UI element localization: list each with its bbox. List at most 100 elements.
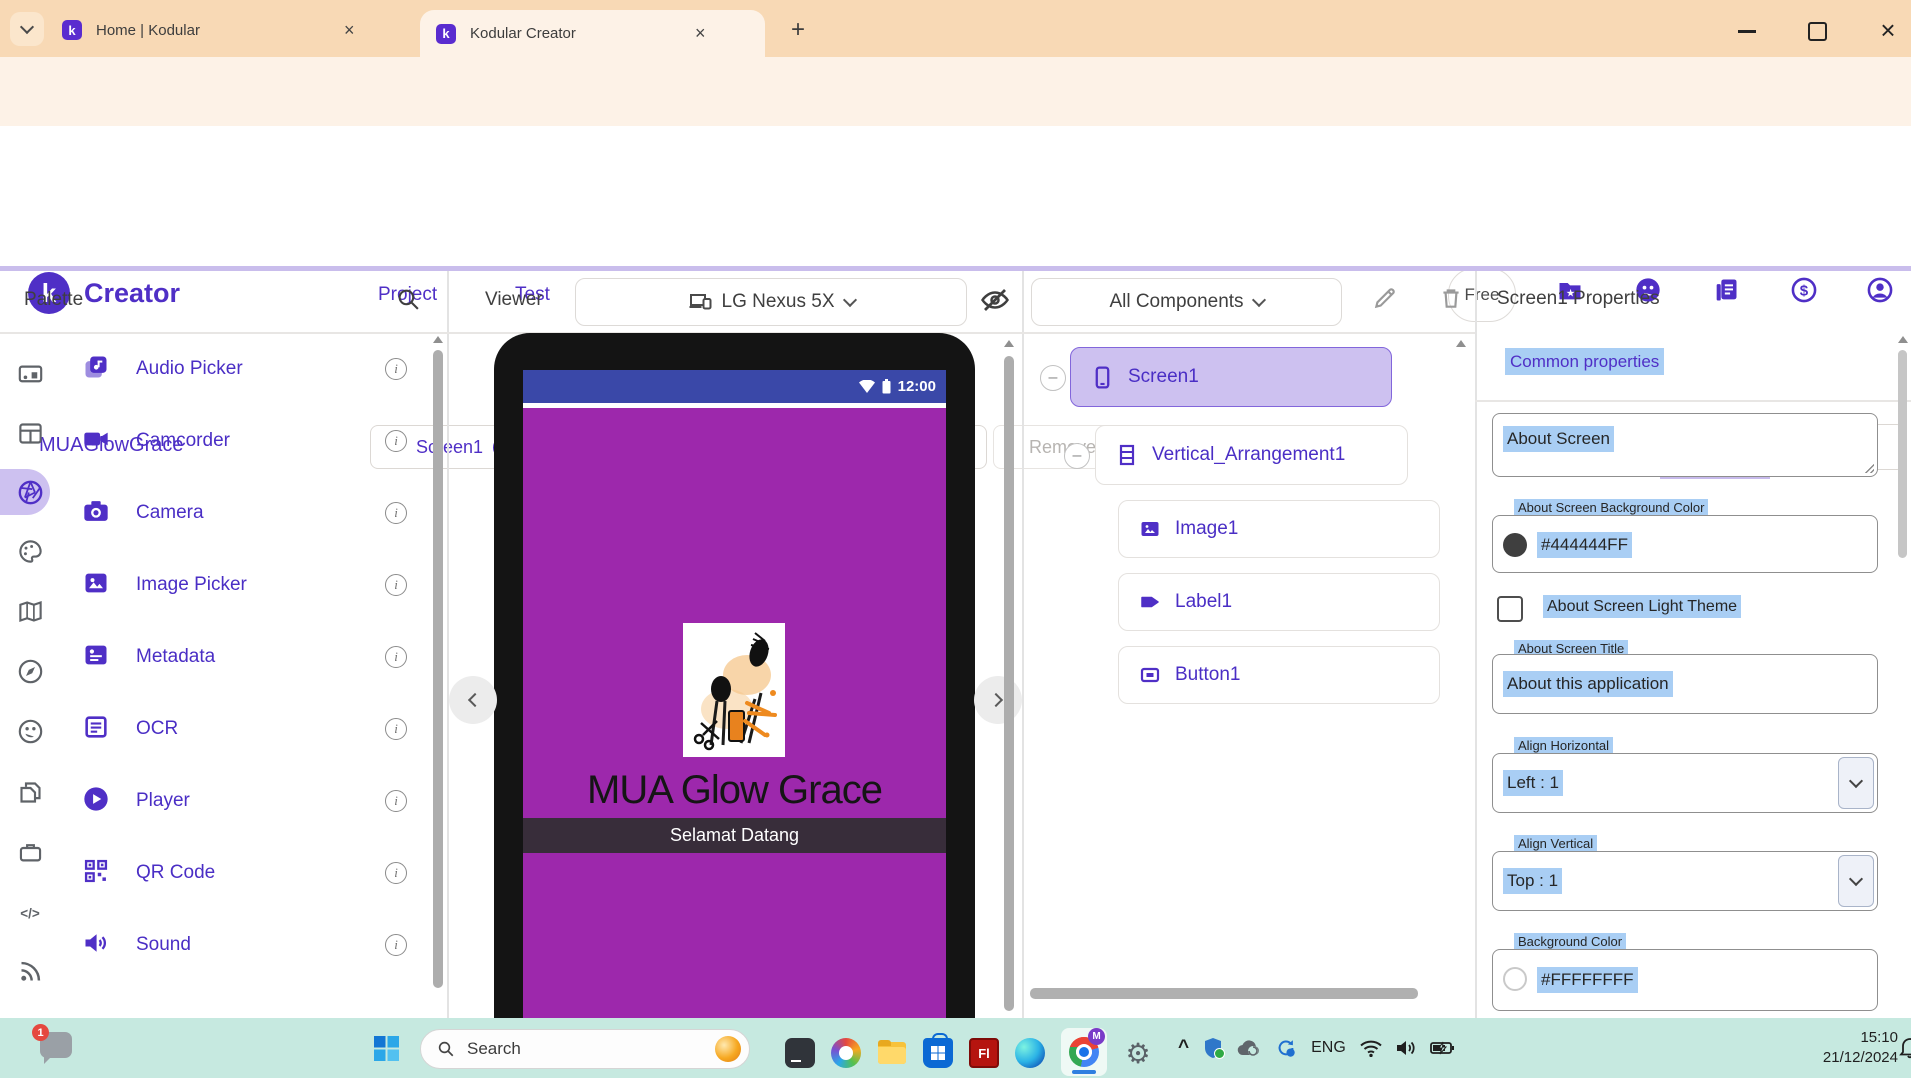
info-icon[interactable]: i — [385, 718, 407, 740]
app-title-label[interactable]: MUA Glow Grace — [523, 768, 946, 813]
maximize-button[interactable] — [1808, 22, 1827, 41]
color-swatch[interactable] — [1503, 533, 1527, 557]
tab-home[interactable]: k Home | Kodular × — [62, 10, 402, 50]
category-layout-icon[interactable] — [17, 420, 44, 452]
rename-component-icon[interactable] — [1372, 285, 1398, 316]
terminal-app-icon[interactable] — [785, 1038, 815, 1068]
color-swatch[interactable] — [1503, 967, 1527, 991]
palette-search-icon[interactable] — [396, 287, 421, 317]
tray-battery-icon[interactable] — [1430, 1041, 1454, 1055]
tree-item-image1[interactable]: Image1 — [1118, 500, 1440, 558]
category-maps-icon[interactable] — [17, 598, 44, 630]
info-icon[interactable]: i — [385, 790, 407, 812]
info-icon[interactable]: i — [385, 934, 407, 956]
about-screen-textarea[interactable]: About Screen — [1492, 413, 1878, 477]
palette-item-player[interactable]: Player i — [61, 765, 447, 837]
welcome-button[interactable]: Selamat Datang — [523, 818, 946, 853]
delete-component-icon[interactable] — [1438, 285, 1464, 316]
components-filter-select[interactable]: All Components — [1031, 278, 1342, 326]
info-icon[interactable]: i — [385, 646, 407, 668]
phone-screen[interactable]: 12:00 — [523, 370, 946, 1018]
palette-item-ocr[interactable]: OCR i — [61, 693, 447, 765]
resize-handle-icon[interactable] — [1863, 462, 1874, 473]
info-icon[interactable]: i — [385, 862, 407, 884]
flash-app-icon[interactable]: Fl — [969, 1038, 999, 1068]
account-icon[interactable] — [1866, 276, 1894, 309]
category-drawing-icon[interactable] — [17, 538, 44, 570]
category-storage-icon[interactable] — [17, 779, 44, 811]
info-icon[interactable]: i — [385, 574, 407, 596]
category-user-interface-icon[interactable] — [17, 361, 44, 393]
properties-scrollbar[interactable] — [1898, 350, 1907, 558]
copilot-orb-icon[interactable] — [715, 1036, 741, 1062]
category-media-icon[interactable] — [17, 479, 44, 511]
next-screen-chevron[interactable] — [974, 676, 1022, 724]
components-scroll-up-arrow[interactable] — [1456, 340, 1466, 347]
new-tab-button[interactable]: + — [782, 14, 814, 46]
notification-bell-icon[interactable]: z — [1899, 1035, 1911, 1064]
category-experimental-icon[interactable] — [17, 958, 44, 990]
category-sensors-icon[interactable] — [17, 658, 44, 690]
palette-item-sound[interactable]: Sound i — [61, 909, 447, 981]
palette-item-audio-picker[interactable]: Audio Picker i — [61, 333, 447, 405]
toggle-visibility-icon[interactable] — [980, 285, 1010, 320]
tree-item-screen1[interactable]: Screen1 — [1070, 347, 1392, 407]
device-select[interactable]: LG Nexus 5X — [575, 278, 967, 326]
minimize-button[interactable] — [1738, 30, 1756, 33]
properties-scroll-up-arrow[interactable] — [1898, 336, 1908, 343]
about-bg-color-field[interactable]: #444444FF — [1492, 515, 1878, 573]
select-chevron-button[interactable] — [1838, 757, 1874, 809]
sync-update-icon[interactable] — [1275, 1037, 1297, 1059]
security-shield-icon[interactable] — [1203, 1037, 1223, 1059]
microsoft-store-icon[interactable] — [923, 1038, 953, 1068]
components-horizontal-scrollbar[interactable] — [1030, 988, 1418, 999]
palette-item-metadata[interactable]: Metadata i — [61, 621, 447, 693]
window-close-button[interactable]: × — [1872, 14, 1904, 46]
close-icon[interactable]: × — [344, 20, 355, 41]
tree-item-label1[interactable]: Label1 — [1118, 573, 1440, 631]
viewer-scrollbar[interactable] — [1004, 356, 1014, 1011]
about-title-field[interactable]: About this application — [1492, 654, 1878, 714]
light-theme-checkbox[interactable] — [1497, 596, 1523, 622]
collapse-screen1-button[interactable]: – — [1040, 365, 1066, 391]
viewer-scroll-up-arrow[interactable] — [1004, 340, 1014, 347]
start-button[interactable] — [373, 1035, 400, 1067]
onedrive-cloud-icon[interactable] — [1237, 1039, 1261, 1057]
category-utilities-icon[interactable] — [17, 839, 44, 871]
palette-item-camera[interactable]: Camera i — [61, 477, 447, 549]
palette-scrollbar[interactable] — [433, 350, 443, 988]
tree-item-button1[interactable]: Button1 — [1118, 646, 1440, 704]
notification-balloon-icon[interactable]: 1 — [40, 1032, 72, 1058]
palette-item-camcorder[interactable]: Camcorder i — [61, 405, 447, 477]
app-logo-image[interactable] — [683, 623, 785, 757]
palette-scroll-up-arrow[interactable] — [433, 336, 443, 343]
background-color-field[interactable]: #FFFFFFFF — [1492, 949, 1878, 1011]
paint-app-icon[interactable] — [831, 1038, 861, 1068]
close-icon[interactable]: × — [695, 23, 706, 44]
info-icon[interactable]: i — [385, 358, 407, 380]
clock[interactable]: 15:10 21/12/2024 — [1780, 1028, 1898, 1069]
language-indicator[interactable]: ENG — [1311, 1039, 1346, 1057]
align-horizontal-select[interactable]: Left : 1 — [1492, 753, 1878, 813]
previous-screen-chevron[interactable] — [449, 676, 497, 724]
select-chevron-button[interactable] — [1838, 855, 1874, 907]
tab-search-button[interactable] — [10, 12, 44, 46]
chrome-active-app[interactable]: M — [1061, 1028, 1107, 1076]
align-vertical-select[interactable]: Top : 1 — [1492, 851, 1878, 911]
settings-gear-icon[interactable]: ⚙ — [1123, 1038, 1153, 1068]
search-input[interactable]: Search — [420, 1029, 750, 1069]
file-explorer-icon[interactable] — [877, 1038, 907, 1068]
edge-browser-icon[interactable] — [1015, 1038, 1045, 1068]
palette-item-image-picker[interactable]: Image Picker i — [61, 549, 447, 621]
monetize-dollar-icon[interactable]: $ — [1790, 276, 1818, 309]
category-connectivity-icon[interactable]: </> — [13, 899, 47, 931]
tray-wifi-icon[interactable] — [1360, 1040, 1382, 1057]
tree-item-vertical-arrangement1[interactable]: Vertical_Arrangement1 — [1095, 425, 1408, 485]
category-social-icon[interactable] — [17, 718, 44, 750]
info-icon[interactable]: i — [385, 430, 407, 452]
tray-expand-icon[interactable]: ^ — [1178, 1037, 1189, 1059]
news-icon[interactable] — [1712, 276, 1740, 309]
info-icon[interactable]: i — [385, 502, 407, 524]
tray-volume-icon[interactable] — [1396, 1039, 1416, 1057]
collapse-arrangement-button[interactable]: – — [1064, 443, 1090, 469]
